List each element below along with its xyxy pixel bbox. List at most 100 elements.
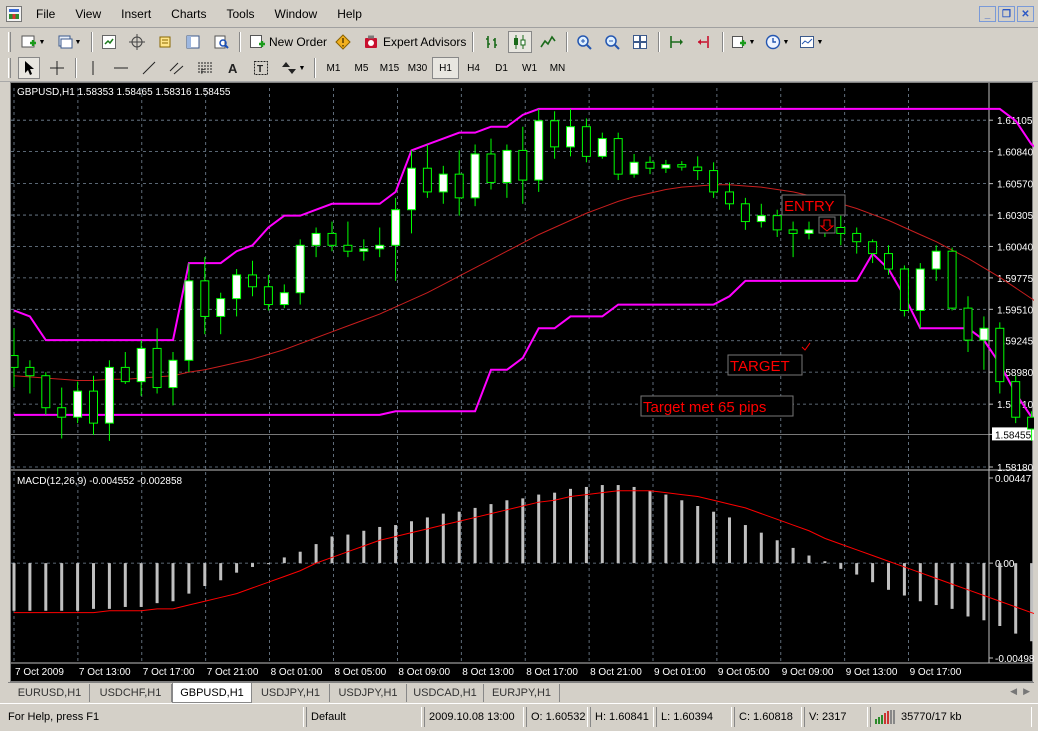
restore-icon[interactable]: ❐ bbox=[998, 6, 1015, 22]
candle bbox=[502, 144, 512, 198]
timeframe-m5[interactable]: M5 bbox=[348, 57, 375, 79]
expert-advisors-button[interactable]: Expert Advisors bbox=[360, 31, 469, 53]
bear-candle-body bbox=[772, 215, 782, 231]
candle bbox=[1011, 375, 1021, 424]
scroll-left-icon[interactable]: ◀ bbox=[1010, 686, 1017, 697]
toolbar-separator bbox=[472, 32, 474, 52]
bear-candle-body bbox=[1027, 416, 1034, 430]
menu-tools[interactable]: Tools bbox=[217, 7, 265, 21]
menu-view[interactable]: View bbox=[65, 7, 111, 21]
bull-candle-body bbox=[979, 327, 989, 341]
menu-file[interactable]: File bbox=[26, 7, 65, 21]
periods-button[interactable]: ▼ bbox=[762, 31, 792, 53]
price-chart[interactable]: 1.611051.608401.605701.603051.600401.597… bbox=[11, 83, 1034, 683]
macd-histogram-bar bbox=[807, 555, 811, 564]
templates-button[interactable]: ▼ bbox=[796, 31, 826, 53]
tab-eurusd[interactable]: EURUSD,H1 bbox=[10, 684, 90, 702]
menu-window[interactable]: Window bbox=[265, 7, 328, 21]
app-icon[interactable] bbox=[6, 6, 22, 22]
timeframe-m1[interactable]: M1 bbox=[320, 57, 347, 79]
menu-help[interactable]: Help bbox=[327, 7, 372, 21]
arrows-button[interactable]: ▼ bbox=[278, 57, 308, 79]
toolbar-grip[interactable] bbox=[8, 32, 11, 52]
trendline-button[interactable] bbox=[138, 57, 160, 79]
timeframe-m30[interactable]: M30 bbox=[404, 57, 431, 79]
timeframe-d1[interactable]: D1 bbox=[488, 57, 515, 79]
macd-histogram-bar bbox=[314, 544, 318, 564]
bar-chart-button[interactable] bbox=[480, 31, 504, 53]
macd-histogram-bar bbox=[139, 563, 143, 607]
navigator-button[interactable] bbox=[154, 31, 176, 53]
tab-usdjpy-2[interactable]: USDJPY,H1 bbox=[330, 684, 407, 702]
terminal-button[interactable] bbox=[182, 31, 204, 53]
vertical-line-button[interactable] bbox=[82, 57, 104, 79]
macd-histogram-bar bbox=[441, 513, 445, 564]
bull-candle-body bbox=[566, 126, 575, 148]
close-icon[interactable]: ✕ bbox=[1017, 6, 1034, 22]
menu-insert[interactable]: Insert bbox=[111, 7, 161, 21]
data-window-button[interactable] bbox=[126, 31, 148, 53]
status-profile[interactable]: Default bbox=[306, 707, 422, 727]
menu-charts[interactable]: Charts bbox=[161, 7, 216, 21]
horizontal-line-button[interactable] bbox=[110, 57, 132, 79]
text-label-button[interactable]: T bbox=[250, 57, 272, 79]
timeframe-mn[interactable]: MN bbox=[544, 57, 571, 79]
tile-windows-button[interactable] bbox=[628, 31, 652, 53]
strategy-tester-button[interactable] bbox=[210, 31, 232, 53]
auto-scroll-button[interactable] bbox=[692, 31, 716, 53]
timeframe-h4[interactable]: H4 bbox=[460, 57, 487, 79]
chart-window[interactable]: 1.61105 1.60840 1.60570 1.60305 1.60040 1.597… bbox=[10, 82, 1034, 683]
macd-histogram-bar bbox=[600, 485, 604, 564]
new-chart-button[interactable]: ▼ bbox=[18, 31, 48, 53]
timeframe-w1[interactable]: W1 bbox=[516, 57, 543, 79]
minimize-icon[interactable]: _ bbox=[979, 6, 996, 22]
svg-text:A: A bbox=[228, 61, 238, 76]
crosshair-button[interactable] bbox=[46, 57, 68, 79]
tab-usdcad[interactable]: USDCAD,H1 bbox=[407, 684, 484, 702]
scroll-right-icon[interactable]: ▶ bbox=[1023, 686, 1030, 697]
zoom-in-button[interactable] bbox=[572, 31, 596, 53]
candlestick-chart-button[interactable] bbox=[508, 31, 532, 53]
toolbar-separator bbox=[722, 32, 724, 52]
candle bbox=[740, 197, 750, 230]
timeframe-m15[interactable]: M15 bbox=[376, 57, 403, 79]
macd-histogram-bar bbox=[887, 563, 890, 590]
tab-eurjpy[interactable]: EURJPY,H1 bbox=[484, 684, 560, 702]
svg-text:F: F bbox=[201, 69, 205, 76]
zoom-out-button[interactable] bbox=[600, 31, 624, 53]
profiles-button[interactable]: ▼ bbox=[54, 31, 84, 53]
tab-usdjpy[interactable]: USDJPY,H1 bbox=[252, 684, 330, 702]
macd-histogram-bar bbox=[330, 536, 334, 564]
candle bbox=[454, 150, 464, 216]
candle bbox=[248, 260, 257, 297]
tab-gbpusd[interactable]: GBPUSD,H1 bbox=[172, 683, 252, 703]
bull-candle-body bbox=[216, 298, 226, 317]
chart-shift-button[interactable] bbox=[664, 31, 688, 53]
line-chart-button[interactable] bbox=[536, 31, 560, 53]
indicators-button[interactable]: ▼ bbox=[728, 31, 758, 53]
candle bbox=[597, 132, 607, 159]
new-order-button[interactable]: New Order bbox=[246, 31, 330, 53]
status-connection[interactable]: 35770/17 kb bbox=[870, 707, 1032, 727]
equidistant-channel-button[interactable] bbox=[166, 57, 188, 79]
tab-usdchf[interactable]: USDCHF,H1 bbox=[90, 684, 172, 702]
toolbar-grip[interactable] bbox=[8, 58, 11, 78]
candle bbox=[359, 239, 369, 261]
time-tick-label: 9 Oct 01:00 bbox=[654, 667, 706, 678]
bear-candle-body bbox=[725, 191, 734, 205]
macd-histogram-bar bbox=[680, 500, 684, 564]
text-button[interactable]: A bbox=[222, 57, 244, 79]
fibonacci-button[interactable]: F bbox=[194, 57, 216, 79]
status-datetime: 2009.10.08 13:00 bbox=[424, 707, 524, 727]
bear-candle-body bbox=[11, 355, 19, 368]
cursor-button[interactable] bbox=[18, 57, 40, 79]
bear-candle-body bbox=[1011, 381, 1021, 418]
zoom-in-icon bbox=[577, 35, 592, 50]
drawing-toolbar: F A T ▼ M1 M5 M15 M30 H1 H4 D1 W1 MN bbox=[0, 54, 1038, 82]
candle bbox=[11, 328, 19, 388]
cursor-icon bbox=[25, 61, 34, 75]
timeframe-h1[interactable]: H1 bbox=[432, 57, 459, 79]
market-watch-button[interactable] bbox=[98, 31, 120, 53]
signals-button[interactable] bbox=[333, 31, 353, 53]
bull-candle-body bbox=[232, 274, 242, 300]
